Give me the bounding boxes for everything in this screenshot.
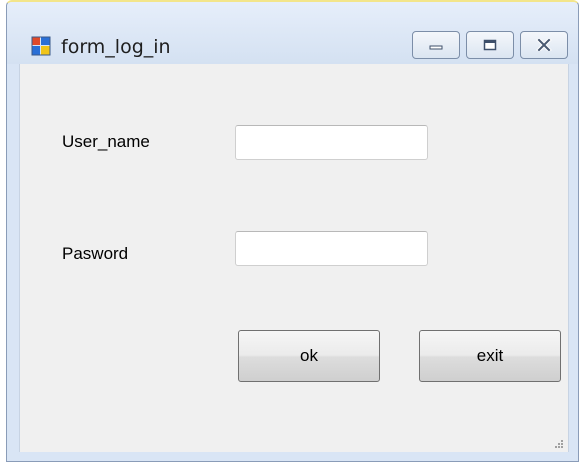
caption-buttons (412, 31, 568, 61)
close-button[interactable] (520, 31, 568, 59)
maximize-icon (483, 39, 497, 51)
form-client-area: User_name Pasword ok exit (19, 64, 569, 452)
login-window: form_log_in User_name Pasword ok exit (6, 0, 579, 462)
minimize-button[interactable] (412, 31, 460, 59)
window-title: form_log_in (61, 36, 171, 58)
windows-form-icon (31, 36, 51, 56)
resize-grip-icon[interactable] (552, 436, 564, 448)
close-icon (536, 39, 552, 51)
minimize-icon (429, 40, 443, 50)
screen: form_log_in User_name Pasword ok exit (0, 0, 582, 464)
title-bar[interactable]: form_log_in (7, 2, 578, 64)
username-label: User_name (62, 132, 150, 151)
password-label: Pasword (62, 244, 129, 263)
ok-button[interactable]: ok (238, 330, 380, 382)
maximize-button[interactable] (466, 31, 514, 59)
username-input[interactable] (235, 125, 428, 160)
exit-button[interactable]: exit (419, 330, 561, 382)
password-input[interactable] (235, 231, 428, 266)
